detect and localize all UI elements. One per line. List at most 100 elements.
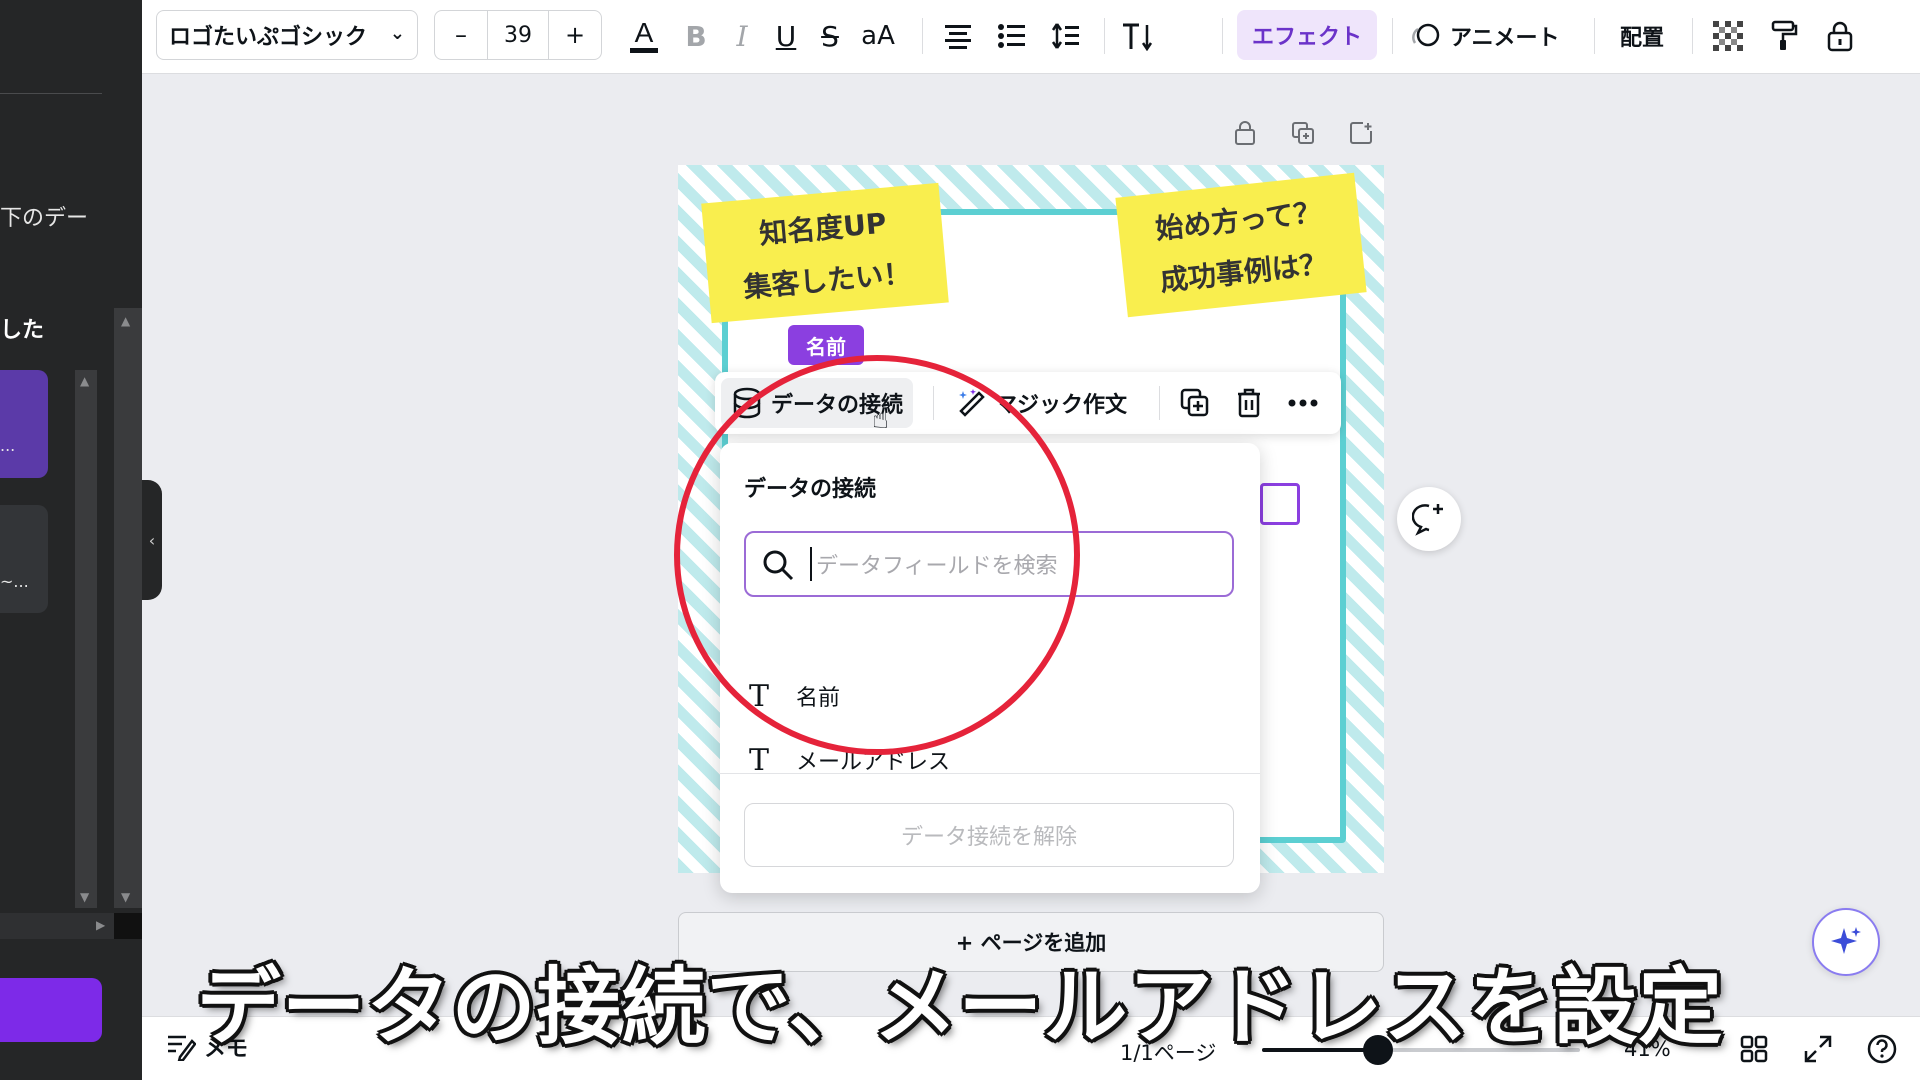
disconnect-data-button[interactable]: データ接続を解除 <box>744 803 1234 867</box>
toolbar-divider <box>1104 18 1105 54</box>
pointer-cursor-icon: ☝ <box>872 402 890 435</box>
toolbar-divider <box>1594 18 1595 54</box>
field-search-input[interactable]: データフィールドを検索 <box>744 531 1234 597</box>
more-horizontal-icon <box>1288 399 1318 407</box>
align-button[interactable] <box>938 14 978 58</box>
add-page-icon <box>1350 122 1372 144</box>
scroll-right-icon[interactable]: ▶ <box>96 918 105 932</box>
card-ellipsis: ~... <box>0 572 29 591</box>
card-ellipsis: ... <box>0 436 16 455</box>
decrease-font-size-button[interactable]: – <box>435 11 487 59</box>
magic-write-button[interactable]: マジック作文 <box>955 378 1127 428</box>
vertical-text-button[interactable] <box>1118 14 1158 58</box>
search-icon <box>760 547 796 589</box>
text-color-button[interactable]: A <box>622 14 666 58</box>
trash-icon <box>1238 388 1260 418</box>
toolbar-divider <box>1392 18 1393 54</box>
duplicate-icon <box>1180 388 1209 417</box>
data-source-card[interactable] <box>0 505 48 613</box>
animate-button[interactable]: アニメート <box>1410 16 1560 56</box>
bold-button[interactable]: B <box>676 14 716 58</box>
data-field-label: メールアドレス <box>796 750 951 775</box>
line-spacing-icon <box>1051 23 1079 49</box>
magic-pen-icon <box>959 389 985 417</box>
scroll-down-icon[interactable]: ▼ <box>121 890 130 904</box>
text-caret <box>810 547 812 581</box>
underline-button[interactable]: U <box>766 14 806 58</box>
data-field-tag[interactable]: 名前 <box>788 325 864 365</box>
lock-page-button[interactable] <box>1230 118 1260 148</box>
transparency-icon <box>1713 21 1743 51</box>
data-field-label: 名前 <box>796 686 841 711</box>
italic-button[interactable]: I <box>722 14 762 58</box>
add-comment-button[interactable] <box>1397 487 1461 551</box>
sticky-note[interactable]: 始め方って？ 成功事例は？ <box>1115 172 1367 318</box>
spacing-button[interactable] <box>1046 14 1086 58</box>
duplicate-element-button[interactable] <box>1177 384 1213 422</box>
scroll-up-icon[interactable]: ▲ <box>80 374 89 388</box>
editor-toolbar: ロゴたいぷゴシック ⌄ – 39 + A B I U S aA エフェクト アニ… <box>142 0 1920 74</box>
data-field-option[interactable]: T メールアドレス <box>744 735 950 785</box>
element-context-toolbar: データの接続 マジック作文 <box>715 372 1341 434</box>
toolbar-divider <box>1222 18 1223 54</box>
position-button[interactable]: 配置 <box>1620 16 1664 56</box>
magic-write-label: マジック作文 <box>995 393 1128 418</box>
selected-text-element[interactable] <box>1260 483 1300 525</box>
list-button[interactable] <box>992 14 1032 58</box>
toolbar-divider <box>1692 18 1693 54</box>
effects-button[interactable]: エフェクト <box>1237 10 1377 60</box>
font-name: ロゴたいぷゴシック <box>169 25 368 50</box>
scrollbar-corner <box>114 913 142 939</box>
increase-font-size-button[interactable]: + <box>549 11 601 59</box>
duplicate-icon <box>1292 122 1314 144</box>
bullet-list-icon <box>998 24 1025 48</box>
toolbar-divider <box>922 18 923 54</box>
data-field-option[interactable]: T 名前 <box>744 671 840 721</box>
chevron-down-icon: ⌄ <box>389 23 405 44</box>
panel-scrollbar[interactable] <box>75 370 97 908</box>
copy-style-button[interactable] <box>1764 14 1804 58</box>
side-panel: 下のデー した ... ~... ▲ ▼ ▲ ▼ ▶ <box>0 0 142 1080</box>
animate-icon <box>1412 23 1440 47</box>
animate-label: アニメート <box>1450 26 1560 51</box>
comment-add-icon <box>1412 504 1443 536</box>
lock-icon <box>1235 121 1255 145</box>
letter-case-button[interactable]: aA <box>856 14 900 58</box>
svg-text:A: A <box>635 17 654 48</box>
data-source-card-selected[interactable] <box>0 370 48 478</box>
panel-outer-scrollbar[interactable] <box>114 308 142 908</box>
dropdown-divider <box>720 773 1260 774</box>
collapse-panel-button[interactable]: ‹ <box>142 480 162 600</box>
lock-button[interactable] <box>1820 14 1860 58</box>
panel-divider <box>0 93 102 94</box>
video-subtitle: データの接続で、メールアドレスを設定 <box>196 958 1724 1056</box>
underline-icon: U <box>775 19 797 53</box>
align-center-icon <box>945 25 971 49</box>
delete-element-button[interactable] <box>1231 384 1267 422</box>
toolbar-divider <box>933 386 934 420</box>
database-icon <box>733 387 761 419</box>
font-family-select[interactable]: ロゴたいぷゴシック ⌄ <box>156 10 418 60</box>
panel-description: 下のデー <box>0 206 89 231</box>
add-page-shortcut-button[interactable] <box>1346 118 1376 148</box>
search-placeholder: データフィールドを検索 <box>816 554 1058 579</box>
more-options-button[interactable] <box>1285 384 1321 422</box>
strikethrough-icon: S <box>821 19 839 53</box>
strikethrough-button[interactable]: S <box>810 14 850 58</box>
duplicate-page-button[interactable] <box>1288 118 1318 148</box>
toolbar-divider <box>1159 386 1160 420</box>
scroll-up-icon[interactable]: ▲ <box>121 314 130 328</box>
paint-roller-icon <box>1771 20 1798 50</box>
italic-icon: I <box>736 19 748 53</box>
bold-icon: B <box>685 19 707 53</box>
panel-heading: した <box>0 318 45 343</box>
font-size-input[interactable]: 39 <box>487 11 549 59</box>
dropdown-title: データの接続 <box>744 477 877 502</box>
transparency-button[interactable] <box>1708 14 1748 58</box>
chevron-left-icon: ‹ <box>148 530 156 550</box>
lock-icon <box>1827 21 1853 52</box>
text-color-icon: A <box>630 17 658 53</box>
sticky-note[interactable]: 知名度UP 集客したい！ <box>701 182 949 324</box>
scroll-down-icon[interactable]: ▼ <box>80 890 89 904</box>
font-size-stepper: – 39 + <box>434 10 602 60</box>
